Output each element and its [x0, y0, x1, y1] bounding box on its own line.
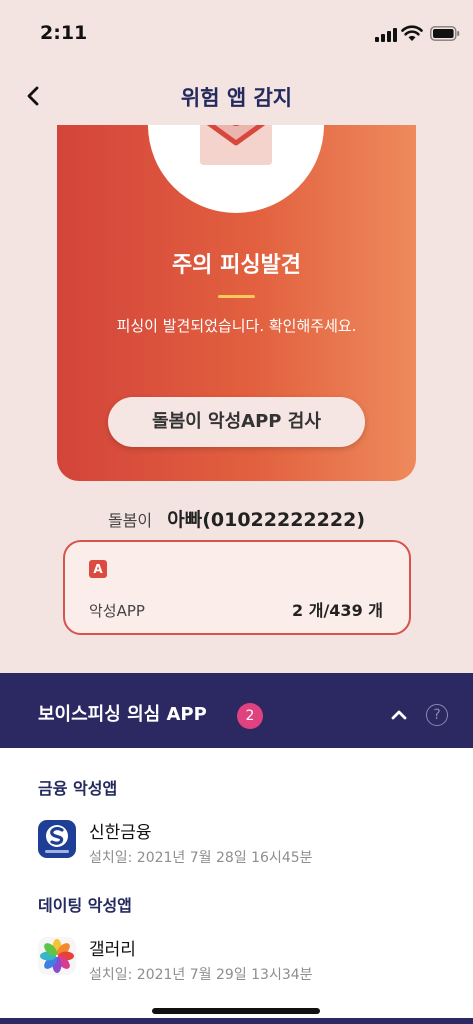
help-icon[interactable]: ? [426, 704, 448, 726]
nav-bar: 위험 앱 감지 [0, 70, 473, 122]
child-info: 돌봄이 아빠(01022222222) [0, 505, 473, 532]
section-title-dating: 데이팅 악성앱 [38, 896, 132, 915]
scan-malicious-app-button[interactable]: 돌봄이 악성APP 검사 [108, 397, 365, 447]
alert-divider [218, 295, 255, 298]
voice-phishing-title: 보이스피싱 의심 APP [38, 704, 207, 725]
list-item-shinhan[interactable]: 신한금융 설치일: 2021년 7월 28일 16시45분 [38, 818, 438, 878]
app-name: 갤러리 [89, 940, 136, 960]
malicious-app-count: 2 개/439 개 [292, 601, 383, 620]
status-time: 2:11 [40, 22, 88, 44]
alert-description: 피싱이 발견되었습니다. 확인해주세요. [116, 317, 357, 335]
app-name: 신한금융 [89, 823, 152, 843]
malicious-app-label: 악성APP [89, 602, 145, 620]
app-badge-icon: A [89, 560, 107, 578]
section-title-finance: 금융 악성앱 [38, 779, 118, 798]
signal-icon [375, 28, 397, 42]
install-date: 설치일: 2021년 7월 28일 16시45분 [89, 850, 313, 866]
suspicious-app-list: 금융 악성앱 신한금융 설치일: 2021년 7월 28일 16시45분 데이팅… [0, 748, 473, 1024]
chevron-up-icon[interactable] [388, 704, 410, 726]
install-date: 설치일: 2021년 7월 29일 13시34분 [89, 967, 313, 983]
voice-phishing-header[interactable]: 보이스피싱 의심 APP 2 ? [0, 673, 473, 748]
child-label: 돌봄이 [107, 511, 153, 530]
envelope-icon [200, 125, 272, 165]
list-item-gallery[interactable]: 갤러리 설치일: 2021년 7월 29일 13시34분 [38, 935, 438, 995]
alert-icon-circle [148, 125, 324, 213]
alert-title: 주의 피싱발견 [171, 253, 302, 278]
bottom-strip [0, 1018, 473, 1024]
voice-phishing-count-badge: 2 [237, 703, 263, 729]
status-bar: 2:11 [0, 0, 473, 68]
phishing-alert-card: 주의 피싱발견 피싱이 발견되었습니다. 확인해주세요. 돌봄이 악성APP 검… [57, 125, 416, 481]
page-title: 위험 앱 감지 [180, 86, 293, 110]
home-indicator[interactable] [152, 1008, 320, 1014]
gallery-icon [38, 937, 76, 975]
wifi-icon [401, 25, 423, 41]
child-value: 아빠(01022222222) [167, 509, 365, 531]
shinhan-icon [38, 820, 76, 858]
malicious-app-summary[interactable]: A 악성APP 2 개/439 개 [63, 540, 411, 635]
battery-icon [430, 26, 460, 41]
